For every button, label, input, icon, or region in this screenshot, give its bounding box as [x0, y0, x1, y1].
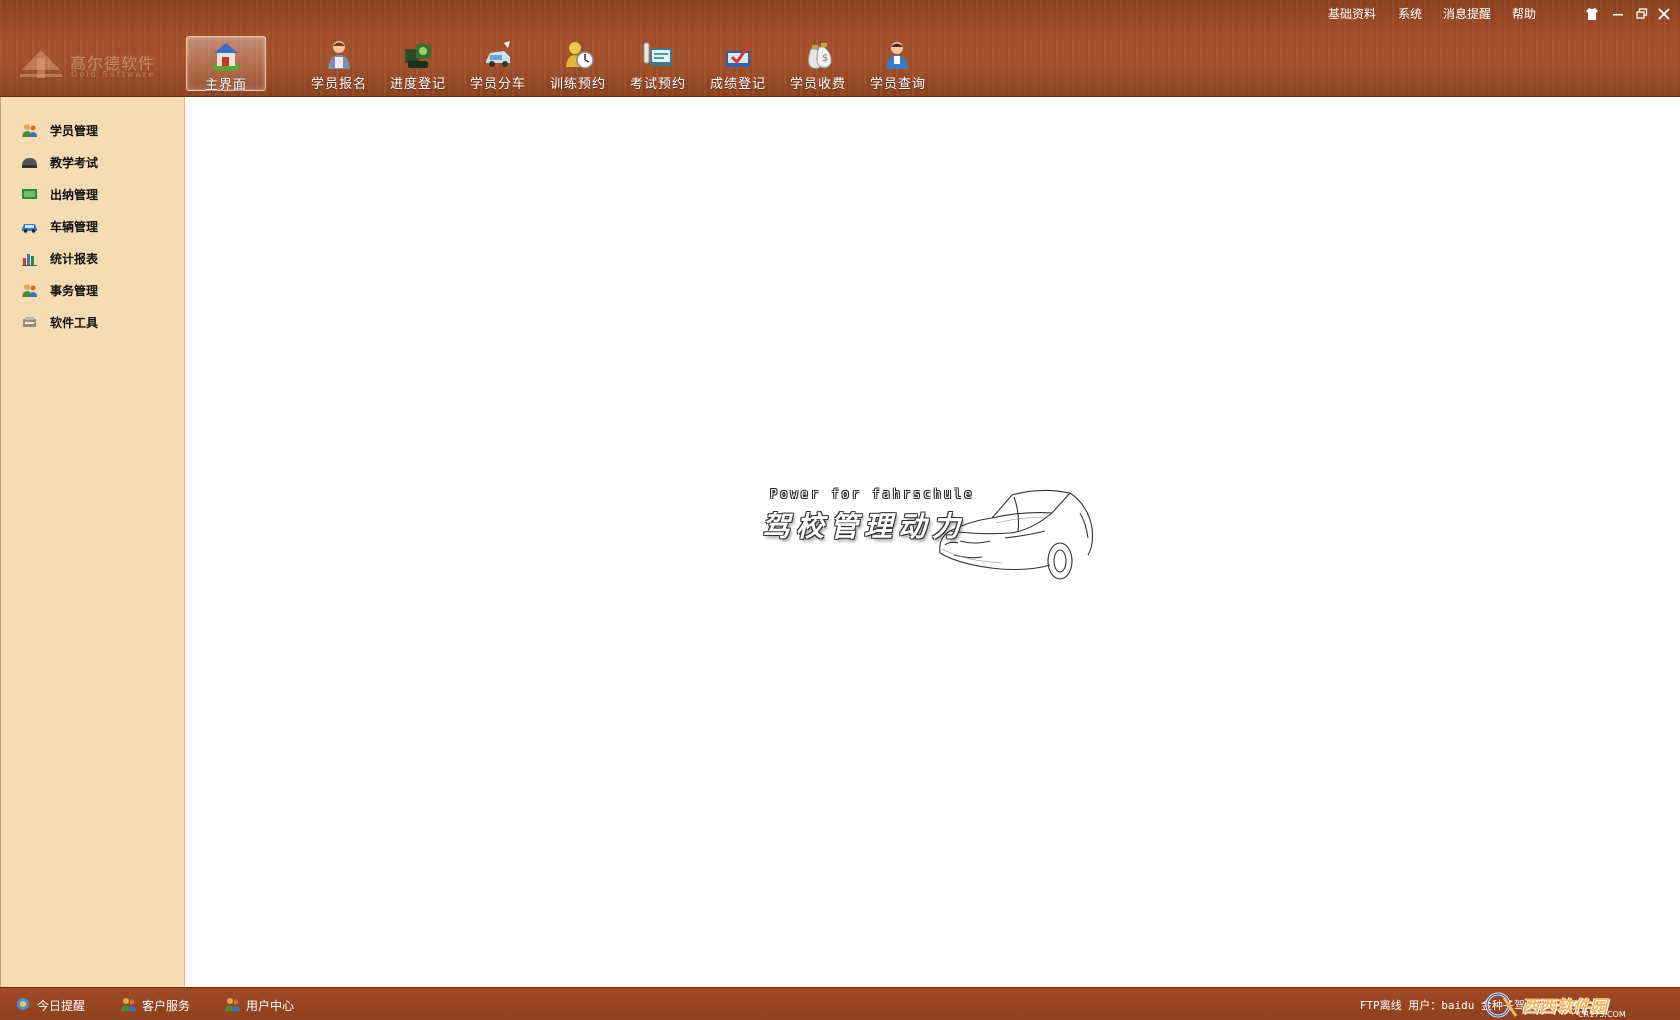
- students-icon: [22, 124, 37, 137]
- tab-main-label: 主界面: [204, 78, 247, 93]
- progress-icon: [405, 44, 431, 68]
- toolbar-label: 学员报名: [310, 77, 367, 92]
- chart-icon: [22, 254, 37, 266]
- toolbar-student-fee[interactable]: $ 学员收费: [778, 36, 858, 92]
- sidebar-item-software-tools[interactable]: 软件工具: [21, 311, 171, 333]
- sidebar-item-cashier-management[interactable]: 出纳管理: [21, 183, 171, 205]
- grade-icon: [726, 42, 752, 67]
- watermark-logo-icon: [1485, 992, 1518, 1018]
- sidebar-item-label: 软件工具: [50, 316, 99, 330]
- exam-icon: [643, 42, 672, 66]
- clock-icon: [566, 42, 594, 69]
- sidebar-item-label: 出纳管理: [50, 188, 99, 202]
- sidebar-item-label: 车辆管理: [50, 220, 99, 234]
- close-button[interactable]: [1655, 5, 1673, 23]
- sidebar-item-affairs-management[interactable]: 事务管理: [21, 279, 171, 301]
- app-logo: 高尔德软件 Gold Software: [18, 46, 168, 86]
- money-bag-icon: $: [807, 43, 832, 69]
- reminder-icon: [17, 998, 29, 1010]
- splash-logo: Power for fahrschule 驾校管理动力: [762, 487, 1112, 602]
- teaching-icon: [22, 158, 37, 168]
- status-label: 用户中心: [246, 999, 295, 1013]
- sidebar-item-label: 统计报表: [50, 252, 99, 266]
- home-icon: [212, 43, 240, 71]
- watermark: 西西软件园 CR173.COM: [1482, 990, 1662, 1020]
- sidebar-item-vehicle-management[interactable]: 车辆管理: [21, 215, 171, 237]
- toolbar-grade-register[interactable]: 成绩登记: [698, 36, 778, 92]
- main-content-area: Power for fahrschule 驾校管理动力: [185, 97, 1680, 987]
- toolbar-label: 考试预约: [629, 77, 686, 92]
- minimize-icon: [1613, 14, 1623, 16]
- menu-message-alerts[interactable]: 消息提醒: [1443, 5, 1491, 22]
- sidebar-item-statistics-report[interactable]: 统计报表: [21, 247, 171, 269]
- person-register-icon: [328, 41, 350, 69]
- restore-button[interactable]: [1633, 5, 1651, 23]
- status-label: 今日提醒: [37, 999, 86, 1013]
- sidebar-item-label: 教学考试: [50, 156, 99, 170]
- toolbar-label: 学员查询: [869, 77, 926, 92]
- cash-icon: [22, 189, 37, 199]
- sidebar-item-label: 学员管理: [50, 124, 99, 138]
- status-customer-service[interactable]: 客户服务: [120, 995, 200, 1013]
- close-icon: [1658, 8, 1670, 20]
- splash-tagline-zh: 驾校管理动力: [762, 510, 967, 543]
- user-center-icon: [225, 998, 240, 1011]
- watermark-url: CR173.COM: [1578, 1010, 1626, 1019]
- top-toolbar: 高尔德软件 Gold Software 主界面 学员报名 进度登记 学员分车 训…: [0, 0, 1680, 97]
- sidebar-item-student-management[interactable]: 学员管理: [21, 119, 171, 141]
- toolbar-label: 成绩登记: [709, 77, 766, 92]
- vehicle-icon: [22, 224, 37, 233]
- person-search-icon: [886, 42, 908, 69]
- menu-system[interactable]: 系统: [1398, 5, 1422, 22]
- sidebar-item-label: 事务管理: [50, 284, 99, 298]
- skin-button[interactable]: [1583, 5, 1601, 23]
- status-today-reminder[interactable]: 今日提醒: [15, 995, 95, 1013]
- tab-main-interface[interactable]: 主界面: [186, 36, 266, 93]
- restore-icon: [1636, 8, 1648, 19]
- status-bar: 今日提醒 客户服务 用户中心 FTP离线 用户：baidu 金种子驾校管理系统 …: [0, 987, 1680, 1020]
- toolbar-student-query[interactable]: 学员查询: [858, 36, 938, 92]
- logo-subtitle: Gold Software: [71, 70, 156, 79]
- toolbar-training-booking[interactable]: 训练预约: [538, 36, 618, 92]
- splash-tagline-en: Power for fahrschule: [770, 487, 975, 501]
- svg-text:$: $: [822, 53, 828, 64]
- tools-icon: [23, 317, 36, 327]
- shirt-icon: [1586, 8, 1598, 20]
- sidebar: 学员管理 教学考试 出纳管理 车辆管理 统计报表 事务管理 软件工具: [0, 97, 185, 987]
- toolbar-label: 学员分车: [469, 77, 526, 92]
- minimize-button[interactable]: [1609, 5, 1627, 23]
- status-user-center[interactable]: 用户中心: [224, 995, 304, 1013]
- toolbar-label: 进度登记: [389, 77, 446, 92]
- sidebar-item-teaching-exam[interactable]: 教学考试: [21, 151, 171, 173]
- toolbar-student-register[interactable]: 学员报名: [299, 36, 379, 92]
- logo-mark-icon: [20, 50, 62, 78]
- toolbar-exam-booking[interactable]: 考试预约: [618, 36, 698, 92]
- menu-basic-data[interactable]: 基础资料: [1328, 5, 1376, 22]
- affairs-icon: [22, 284, 37, 297]
- status-label: 客户服务: [142, 999, 191, 1013]
- toolbar-label: 训练预约: [549, 77, 606, 92]
- menu-help[interactable]: 帮助: [1512, 5, 1536, 22]
- toolbar-car-assign[interactable]: 学员分车: [458, 36, 538, 92]
- customer-service-icon: [121, 998, 136, 1011]
- toolbar-progress-register[interactable]: 进度登记: [378, 36, 458, 92]
- toolbar-label: 学员收费: [789, 77, 846, 92]
- car-assign-icon: [486, 41, 510, 67]
